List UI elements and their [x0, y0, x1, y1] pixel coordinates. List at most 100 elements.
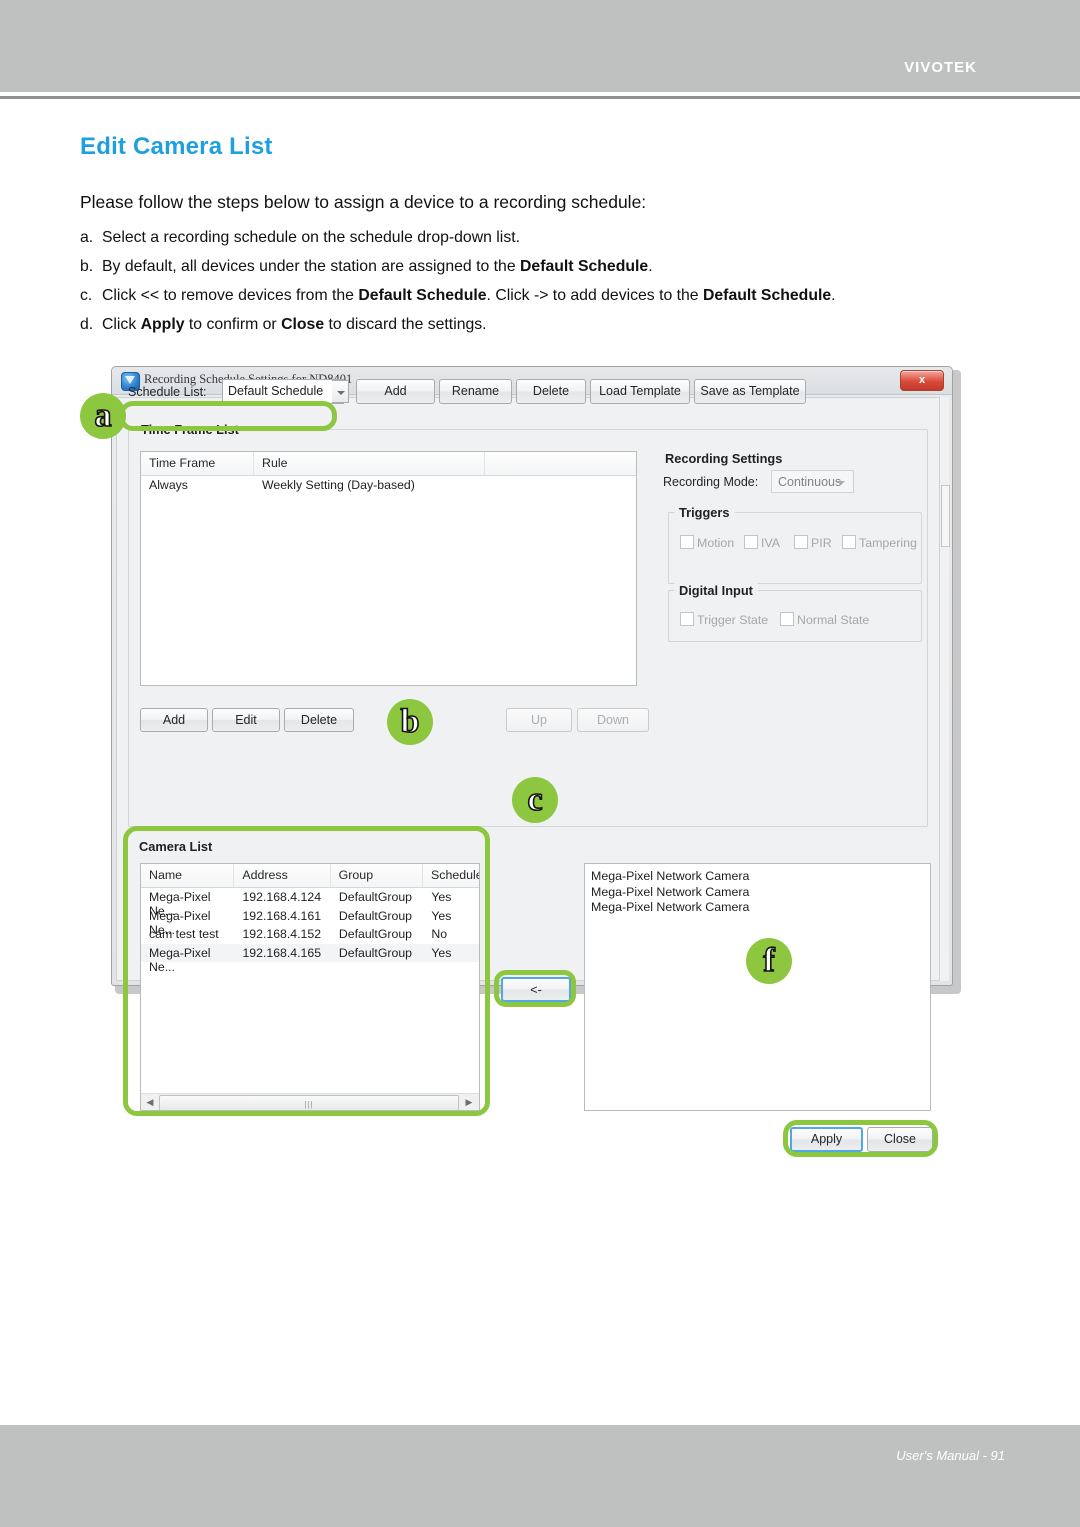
edit-time-frame-button[interactable]: Edit	[212, 708, 280, 732]
cell-name: cam test test	[149, 927, 219, 941]
page-header-band: VIVOTEK	[0, 0, 1080, 92]
callout-a: a	[80, 393, 126, 439]
cell-schedule: No	[431, 927, 448, 941]
cell-group: DefaultGroup	[338, 927, 412, 941]
remove-from-schedule-button[interactable]: <-	[501, 977, 571, 1002]
step-marker: b.	[80, 257, 94, 275]
page-title: Edit Camera List	[80, 133, 273, 160]
table-row[interactable]: cam test test 192.168.4.152 DefaultGroup…	[141, 925, 479, 944]
step-item: b. By default, all devices under the sta…	[80, 257, 1010, 278]
callout-b: b	[387, 699, 433, 745]
dialog-vertical-scrollbar[interactable]	[939, 397, 950, 981]
cell-address: 192.168.4.152	[242, 927, 322, 941]
step-marker: d.	[80, 315, 94, 333]
save-as-template-button[interactable]: Save as Template	[694, 379, 806, 404]
recording-settings-title: Recording Settings	[660, 451, 788, 466]
recording-schedule-dialog: Recording Schedule Settings for ND8401 x…	[111, 366, 953, 1152]
checkbox-box	[794, 535, 808, 549]
checkbox-box	[680, 535, 694, 549]
cell-name: Mega-Pixel Ne...	[149, 890, 211, 918]
camera-list-horizontal-scrollbar[interactable]: ◀ ||| ▶	[141, 1093, 479, 1110]
camera-list-table[interactable]: Name Address Group Schedule Mega-Pixel N…	[140, 863, 480, 1111]
table-row[interactable]: Mega-Pixel Ne... 192.168.4.161 DefaultGr…	[141, 907, 479, 937]
cell-time-frame: Always	[149, 478, 188, 492]
cell-name: Mega-Pixel Ne...	[149, 908, 211, 937]
cell-address: 192.168.4.165	[242, 945, 322, 960]
scrollbar-grip-icon: |||	[304, 1100, 314, 1109]
list-item[interactable]: Mega-Pixel Network Camera	[591, 869, 930, 885]
time-frame-table[interactable]: Time Frame Rule Always Weekly Setting (D…	[140, 451, 637, 686]
cell-rule: Weekly Setting (Day-based)	[262, 478, 415, 492]
add-schedule-button[interactable]: Add	[356, 379, 435, 404]
scrollbar-thumb[interactable]: |||	[159, 1095, 459, 1110]
checkbox-label: Tampering	[859, 536, 917, 550]
cell-address: 192.168.4.124	[242, 890, 322, 904]
scroll-left-icon[interactable]: ◀	[142, 1094, 158, 1110]
step-text: Click Apply to confirm or Close to disca…	[102, 315, 487, 333]
checkbox-normal-state[interactable]: Normal State	[780, 612, 869, 627]
scroll-right-icon[interactable]: ▶	[461, 1094, 477, 1110]
list-item[interactable]: Mega-Pixel Network Camera	[591, 885, 930, 901]
step-marker: a.	[80, 229, 94, 246]
checkbox-tampering[interactable]: Tampering	[842, 535, 917, 550]
checkbox-box	[680, 612, 694, 626]
move-up-button[interactable]: Up	[506, 708, 572, 732]
close-button[interactable]: Close	[867, 1127, 933, 1152]
triggers-title: Triggers	[674, 505, 735, 520]
step-text: Click << to remove devices from the Defa…	[102, 286, 836, 304]
add-time-frame-button[interactable]: Add	[140, 708, 208, 732]
callout-f: f	[746, 938, 792, 984]
checkbox-box	[780, 612, 794, 626]
schedule-list-select[interactable]: Default Schedule	[222, 379, 344, 404]
scrollbar-thumb[interactable]	[941, 485, 950, 547]
cell-group: DefaultGroup	[338, 945, 412, 960]
checkbox-trigger-state[interactable]: Trigger State	[680, 612, 768, 627]
table-row[interactable]: Mega-Pixel Ne... 192.168.4.124 DefaultGr…	[141, 888, 479, 918]
rename-schedule-button[interactable]: Rename	[439, 379, 512, 404]
assigned-cameras-listbox[interactable]: Mega-Pixel Network Camera Mega-Pixel Net…	[584, 863, 931, 1111]
chevron-down-icon[interactable]	[332, 380, 349, 403]
list-item[interactable]: Mega-Pixel Network Camera	[591, 900, 930, 916]
time-frame-list-title: Time Frame List	[136, 422, 244, 437]
load-template-button[interactable]: Load Template	[590, 379, 690, 404]
checkbox-iva[interactable]: IVA	[744, 535, 780, 550]
checkbox-pir[interactable]: PIR	[794, 535, 832, 550]
cell-address: 192.168.4.161	[242, 908, 322, 923]
delete-time-frame-button[interactable]: Delete	[284, 708, 354, 732]
cell-blank	[485, 476, 636, 498]
table-header-row: Name Address Group Schedule	[141, 864, 479, 888]
schedule-list-label: Schedule List:	[128, 385, 207, 399]
cell-schedule: Yes	[431, 890, 452, 904]
checkbox-label: Trigger State	[697, 613, 769, 627]
table-row[interactable]: Always Weekly Setting (Day-based)	[141, 476, 636, 498]
step-item: d. Click Apply to confirm or Close to di…	[80, 315, 1010, 336]
vivotek-logo: VIVOTEK	[904, 59, 977, 76]
checkbox-label: IVA	[761, 536, 781, 550]
footer-page-number: User's Manual - 91	[896, 1448, 1005, 1463]
recording-schedule-dialog-image: Recording Schedule Settings for ND8401 x…	[80, 366, 961, 1157]
checkbox-label: Normal State	[797, 613, 870, 627]
camera-list-title: Camera List	[134, 839, 218, 854]
column-header-address: Address	[234, 864, 331, 887]
table-row[interactable]: Mega-Pixel Ne... 192.168.4.165 DefaultGr…	[141, 943, 479, 974]
move-down-button[interactable]: Down	[577, 708, 649, 732]
cell-group: DefaultGroup	[338, 890, 412, 904]
recording-mode-label: Recording Mode:	[663, 475, 759, 489]
column-header-name: Name	[141, 864, 235, 887]
delete-schedule-button[interactable]: Delete	[516, 379, 586, 404]
header-divider	[0, 96, 1080, 99]
column-header-rule: Rule	[254, 452, 485, 475]
checkbox-motion[interactable]: Motion	[680, 535, 734, 550]
step-marker: c.	[80, 286, 93, 304]
page-intro: Please follow the steps below to assign …	[80, 192, 647, 212]
step-text: Select a recording schedule on the sched…	[102, 229, 520, 246]
steps-list: a. Select a recording schedule on the sc…	[80, 228, 1010, 343]
cell-name: Mega-Pixel Ne...	[149, 945, 211, 974]
apply-button[interactable]: Apply	[790, 1127, 863, 1152]
cell-schedule: Yes	[431, 908, 452, 923]
close-icon[interactable]: x	[900, 370, 944, 391]
recording-mode-select[interactable]: Continuous	[771, 470, 854, 493]
checkbox-label: Motion	[697, 536, 735, 550]
step-item: a. Select a recording schedule on the sc…	[80, 228, 1010, 249]
page-footer-band	[0, 1425, 1080, 1527]
